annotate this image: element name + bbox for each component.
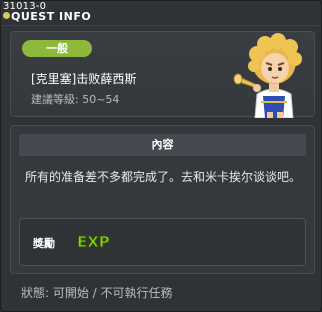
exp-icon: EXP [77, 233, 111, 252]
exp-text: EXP [77, 233, 110, 251]
quest-status: 狀態: 可開始 / 不可執行任務 [21, 286, 173, 300]
info-dot-icon [3, 12, 10, 19]
quest-header-card: 一般 [克里塞]击败薛西斯 建議等級: 50~54 [10, 31, 315, 118]
content-section-header: 內容 [19, 134, 306, 156]
quest-category-badge: 一般 [22, 40, 92, 57]
reward-box: 獎勵 EXP [19, 218, 306, 266]
quest-name: [克里塞]击败薛西斯 [31, 72, 137, 86]
quest-recommended-level: 建議等級: 50~54 [31, 93, 120, 106]
title-divider [1, 25, 321, 26]
quest-info-window: 31013-0 QUEST INFO 一般 [克里塞]击败薛西斯 建議等級: 5… [0, 0, 322, 312]
window-title: QUEST INFO [11, 10, 92, 23]
quest-content-card: 內容 所有的准备差不多都完成了。去和米卡挨尔谈谈吧。 獎勵 EXP [10, 125, 315, 274]
reward-label: 獎勵 [33, 237, 55, 250]
quest-description: 所有的准备差不多都完成了。去和米卡挨尔谈谈吧。 [25, 170, 302, 184]
npc-portrait-icon [233, 33, 302, 118]
